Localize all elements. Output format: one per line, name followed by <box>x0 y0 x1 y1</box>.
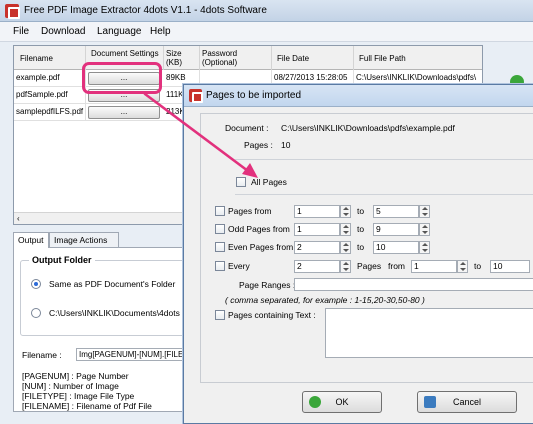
containing-text-label: Pages containing Text : <box>228 310 316 320</box>
col-header-filename[interactable]: Filename <box>14 46 86 70</box>
row-filename: samplepdfILFS.pdf <box>14 104 86 121</box>
menu-download[interactable]: Download <box>41 26 85 37</box>
even-pages-checkbox[interactable] <box>215 242 225 252</box>
divider <box>235 159 533 160</box>
pages-to-spinner[interactable] <box>419 205 430 218</box>
ok-button[interactable]: OK <box>302 391 382 413</box>
odd-pages-label: Odd Pages from <box>228 224 290 234</box>
same-folder-label: Same as PDF Document's Folder <box>49 279 176 289</box>
all-pages-label: All Pages <box>251 177 287 187</box>
dialog-pdf-icon <box>189 89 203 103</box>
odd-from-spinner[interactable] <box>340 223 351 236</box>
same-folder-radio[interactable] <box>31 279 41 289</box>
main-title-bar: Free PDF Image Extractor 4dots V1.1 - 4d… <box>0 0 533 22</box>
odd-to-spinner[interactable] <box>419 223 430 236</box>
ok-check-icon <box>309 396 321 408</box>
divider <box>235 194 533 195</box>
custom-folder-path: C:\Users\INKLIK\Documents\4dots <box>49 308 180 318</box>
page-ranges-label: Page Ranges : <box>239 280 296 290</box>
all-pages-checkbox[interactable] <box>236 177 246 187</box>
filename-label: Filename : <box>22 350 62 360</box>
every-input[interactable]: 2 <box>294 260 340 273</box>
pages-dialog: Pages to be imported Document : C:\Users… <box>183 84 533 424</box>
odd-from-input[interactable]: 1 <box>294 223 340 236</box>
every-from-spinner[interactable] <box>457 260 468 273</box>
document-value: C:\Users\INKLIK\Downloads\pdfs\example.p… <box>281 123 455 133</box>
pages-from-checkbox[interactable] <box>215 206 225 216</box>
tab-output[interactable]: Output <box>13 232 49 248</box>
to-label: to <box>357 224 365 234</box>
col-header-file-date[interactable]: File Date <box>272 46 354 70</box>
document-settings-button[interactable]: ... <box>88 106 160 119</box>
pages-from-spinner[interactable] <box>340 205 351 218</box>
every-to-input[interactable]: 10 <box>490 260 530 273</box>
legend-line: [NUM] : Number of Image <box>22 381 119 391</box>
options-tabs: Output Image Actions Output Folder Same … <box>13 232 203 412</box>
legend-line: [FILETYPE] : Image File Type <box>22 391 135 401</box>
scroll-left-icon[interactable]: ‹ <box>17 214 20 223</box>
odd-to-input[interactable]: 9 <box>373 223 419 236</box>
legend-line: [PAGENUM] : Page Number <box>22 371 129 381</box>
cancel-icon <box>424 396 436 408</box>
page-ranges-input[interactable] <box>294 278 533 291</box>
tab-image-actions[interactable]: Image Actions <box>49 232 119 247</box>
highlight-annotation <box>82 62 162 94</box>
row-filename: pdfSample.pdf <box>14 87 86 104</box>
pages-count-label: Pages : <box>244 140 273 150</box>
row-filename: example.pdf <box>14 70 86 87</box>
page-ranges-hint: ( comma separated, for example : 1-15,20… <box>225 295 425 305</box>
window-title: Free PDF Image Extractor 4dots V1.1 - 4d… <box>24 5 267 16</box>
every-label: Every <box>228 261 250 271</box>
filename-pattern-input[interactable]: Img[PAGENUM]-[NUM].[FILET <box>76 348 186 361</box>
menu-language[interactable]: Language <box>97 26 142 37</box>
pages-count-value: 10 <box>281 140 291 150</box>
even-to-spinner[interactable] <box>419 241 430 254</box>
col-header-size[interactable]: Size (KB) <box>164 46 200 70</box>
pages-from-label: Pages from <box>228 206 272 216</box>
legend-line: [FILENAME] : Filename of Pdf File <box>22 401 152 411</box>
output-panel: Output Folder Same as PDF Document's Fol… <box>13 247 195 412</box>
to-label: to <box>474 261 482 271</box>
every-spinner[interactable] <box>340 260 351 273</box>
app-pdf-icon <box>5 4 20 19</box>
containing-text-checkbox[interactable] <box>215 310 225 320</box>
output-folder-group: Output Folder Same as PDF Document's Fol… <box>20 255 195 336</box>
custom-folder-radio[interactable] <box>31 308 41 318</box>
even-to-input[interactable]: 10 <box>373 241 419 254</box>
even-from-input[interactable]: 2 <box>294 241 340 254</box>
cancel-label: Cancel <box>452 397 481 407</box>
output-folder-label: Output Folder <box>29 255 95 265</box>
dialog-body: Document : C:\Users\INKLIK\Downloads\pdf… <box>200 113 533 383</box>
even-from-spinner[interactable] <box>340 241 351 254</box>
every-checkbox[interactable] <box>215 261 225 271</box>
ok-label: OK <box>335 397 349 407</box>
even-pages-label: Even Pages from <box>228 242 294 252</box>
to-label: to <box>357 242 365 252</box>
pages-to-input[interactable]: 5 <box>373 205 419 218</box>
odd-pages-checkbox[interactable] <box>215 224 225 234</box>
dialog-title-bar: Pages to be imported <box>184 85 533 107</box>
every-pages-label: Pages <box>357 261 382 271</box>
to-label: to <box>357 206 365 216</box>
menu-bar: File Download Language Help <box>0 22 533 42</box>
cancel-button[interactable]: Cancel <box>417 391 517 413</box>
menu-help[interactable]: Help <box>150 26 171 37</box>
dialog-title: Pages to be imported <box>206 90 302 101</box>
document-label: Document : <box>225 123 269 133</box>
pages-from-input[interactable]: 1 <box>294 205 340 218</box>
every-from-input[interactable]: 1 <box>411 260 457 273</box>
col-header-full-path[interactable]: Full File Path <box>354 46 484 70</box>
menu-file[interactable]: File <box>13 26 29 37</box>
containing-text-input[interactable] <box>325 308 533 358</box>
every-from-label: from <box>388 261 405 271</box>
col-header-password[interactable]: Password (Optional) <box>200 46 272 70</box>
